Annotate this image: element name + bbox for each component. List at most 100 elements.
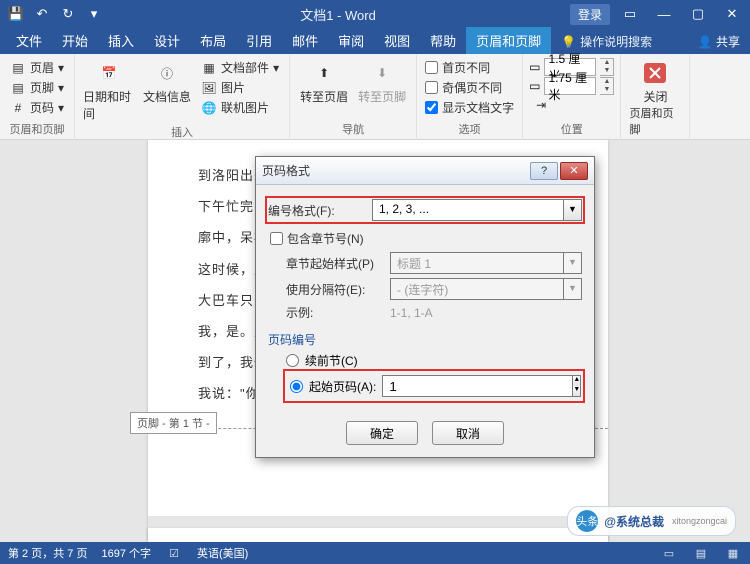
tab-references[interactable]: 引用 (236, 27, 282, 54)
footer-button[interactable]: ▤页脚 ▾ (6, 78, 68, 97)
start-at-radio[interactable] (290, 380, 303, 393)
dialog-help-icon[interactable]: ? (530, 162, 558, 180)
footer-section-tag: 页脚 - 第 1 节 - (130, 412, 217, 434)
tab-review[interactable]: 审阅 (328, 27, 374, 54)
up-page-icon: ⬆ (309, 60, 339, 86)
minimize-icon[interactable]: — (650, 7, 678, 22)
title-bar: 💾 ↶ ↻ ▾ 文档1 - Word 登录 ▭ — ▢ ✕ (0, 0, 750, 28)
hash-icon: # (10, 100, 26, 116)
next-page[interactable] (148, 528, 608, 542)
page-number-format-dialog: 页码格式 ? ✕ 编号格式(F): 1, 2, 3, ... ▼ 包含章节号(N… (255, 156, 595, 458)
tell-me[interactable]: 💡操作说明搜索 (551, 29, 662, 54)
number-format-label: 编号格式(F): (268, 202, 366, 219)
ok-button[interactable]: 确定 (346, 421, 418, 445)
watermark-badge-icon: 头条 (576, 510, 598, 532)
word-count[interactable]: 1697 个字 (101, 545, 151, 561)
ruler-icon: ▭ (529, 79, 540, 93)
include-chapter-checkbox[interactable]: 包含章节号(N) (268, 229, 582, 248)
start-at-row: 起始页码(A): ▲▼ (286, 372, 582, 400)
undo-icon[interactable]: ↶ (30, 2, 54, 26)
read-mode-icon[interactable]: ▭ (660, 547, 678, 560)
tab-help[interactable]: 帮助 (420, 27, 466, 54)
maximize-icon[interactable]: ▢ (684, 6, 712, 22)
chapter-style-row: 章节起始样式(P) 标题 1▼ (286, 252, 582, 274)
close-header-footer-button[interactable]: 关闭 页眉和页脚 (627, 58, 683, 137)
globe-icon: 🌐 (201, 100, 217, 116)
tab-home[interactable]: 开始 (52, 27, 98, 54)
footer-from-bottom[interactable]: ▭1.75 厘米▲▼ (529, 77, 614, 95)
tab-view[interactable]: 视图 (374, 27, 420, 54)
down-page-icon: ⬇ (367, 60, 397, 86)
align-tab-button[interactable]: ⇥ (529, 96, 614, 114)
ribbon: ▤页眉 ▾ ▤页脚 ▾ #页码 ▾ 页眉和页脚 📅日期和时间 ⓘ文档信息 ▦文档… (0, 54, 750, 140)
goto-footer-button: ⬇转至页脚 (354, 58, 410, 105)
group-navigation: ⬆转至页眉 ⬇转至页脚 导航 (290, 54, 417, 140)
cancel-button[interactable]: 取消 (432, 421, 504, 445)
example-row: 示例: 1-1, 1-A (286, 304, 582, 321)
tab-design[interactable]: 设计 (144, 27, 190, 54)
continue-radio[interactable]: 续前节(C) (286, 352, 582, 369)
group-position: ▭1.5 厘米▲▼ ▭1.75 厘米▲▼ ⇥ 位置 (523, 54, 621, 140)
watermark-handle: @系统总裁 (604, 513, 664, 530)
group-close: 关闭 页眉和页脚 (621, 54, 690, 140)
watermark-site: xitongzongcai (672, 516, 727, 526)
diff-odd-even-checkbox[interactable]: 奇偶页不同 (423, 78, 516, 97)
group-label: 页眉和页脚 (6, 119, 68, 140)
watermark: 头条 @系统总裁 xitongzongcai (567, 506, 736, 536)
document-title: 文档1 - Word (106, 5, 570, 24)
page-indicator[interactable]: 第 2 页，共 7 页 (8, 545, 87, 561)
group-label: 导航 (296, 119, 410, 140)
web-layout-icon[interactable]: ▦ (724, 547, 742, 560)
start-at-input[interactable] (382, 375, 573, 397)
online-picture-button[interactable]: 🌐联机图片 (197, 98, 283, 117)
close-x-icon (640, 60, 670, 86)
start-at-spinner[interactable]: ▲▼ (382, 375, 492, 397)
redo-icon[interactable]: ↻ (56, 2, 80, 26)
parts-icon: ▦ (201, 60, 217, 76)
dialog-title: 页码格式 (262, 162, 528, 179)
page-numbering-section: 页码编号 (268, 331, 582, 348)
goto-header-button[interactable]: ⬆转至页眉 (296, 58, 352, 105)
dialog-close-icon[interactable]: ✕ (560, 162, 588, 180)
doc-info-button[interactable]: ⓘ文档信息 (139, 58, 195, 105)
tab-insert[interactable]: 插入 (98, 27, 144, 54)
tab-file[interactable]: 文件 (6, 27, 52, 54)
spellcheck-icon[interactable]: ☑ (165, 547, 183, 560)
group-label: 位置 (529, 119, 614, 140)
picture-button[interactable]: 🖼图片 (197, 78, 283, 97)
number-format-combo[interactable]: 1, 2, 3, ... ▼ (372, 199, 582, 221)
bulb-icon: 💡 (561, 35, 576, 49)
tab-header-footer[interactable]: 页眉和页脚 (466, 27, 551, 54)
qat-more-icon[interactable]: ▾ (82, 2, 106, 26)
group-insert: 📅日期和时间 ⓘ文档信息 ▦文档部件 ▾ 🖼图片 🌐联机图片 插入 (75, 54, 290, 140)
header-button[interactable]: ▤页眉 ▾ (6, 58, 68, 77)
page-number-button[interactable]: #页码 ▾ (6, 98, 68, 117)
show-text-checkbox[interactable]: 显示文档文字 (423, 98, 516, 117)
language-indicator[interactable]: 英语(美国) (197, 545, 248, 561)
ribbon-options-icon[interactable]: ▭ (616, 6, 644, 22)
dialog-titlebar[interactable]: 页码格式 ? ✕ (256, 157, 594, 185)
close-window-icon[interactable]: ✕ (718, 6, 746, 22)
diff-first-checkbox[interactable]: 首页不同 (423, 58, 516, 77)
quick-access-toolbar: 💾 ↶ ↻ ▾ (4, 2, 106, 26)
separator-row: 使用分隔符(E): - (连字符)▼ (286, 278, 582, 300)
picture-icon: 🖼 (201, 80, 217, 96)
print-layout-icon[interactable]: ▤ (692, 547, 710, 560)
tab-layout[interactable]: 布局 (190, 27, 236, 54)
login-button[interactable]: 登录 (570, 4, 610, 25)
tab-icon: ⇥ (533, 97, 549, 113)
group-options: 首页不同 奇偶页不同 显示文档文字 选项 (417, 54, 523, 140)
group-header-footer: ▤页眉 ▾ ▤页脚 ▾ #页码 ▾ 页眉和页脚 (0, 54, 75, 140)
info-icon: ⓘ (152, 60, 182, 86)
number-format-row: 编号格式(F): 1, 2, 3, ... ▼ (268, 199, 582, 221)
page-icon: ▤ (10, 60, 26, 76)
share-icon: 👤 (698, 35, 713, 49)
chevron-down-icon[interactable]: ▼ (564, 199, 582, 221)
start-at-label: 起始页码(A): (309, 378, 376, 395)
tab-mailings[interactable]: 邮件 (282, 27, 328, 54)
calendar-icon: 📅 (94, 60, 124, 86)
save-icon[interactable]: 💾 (4, 2, 28, 26)
date-time-button[interactable]: 📅日期和时间 (81, 58, 137, 122)
doc-parts-button[interactable]: ▦文档部件 ▾ (197, 58, 283, 77)
share-button[interactable]: 👤 共享 (688, 29, 750, 54)
